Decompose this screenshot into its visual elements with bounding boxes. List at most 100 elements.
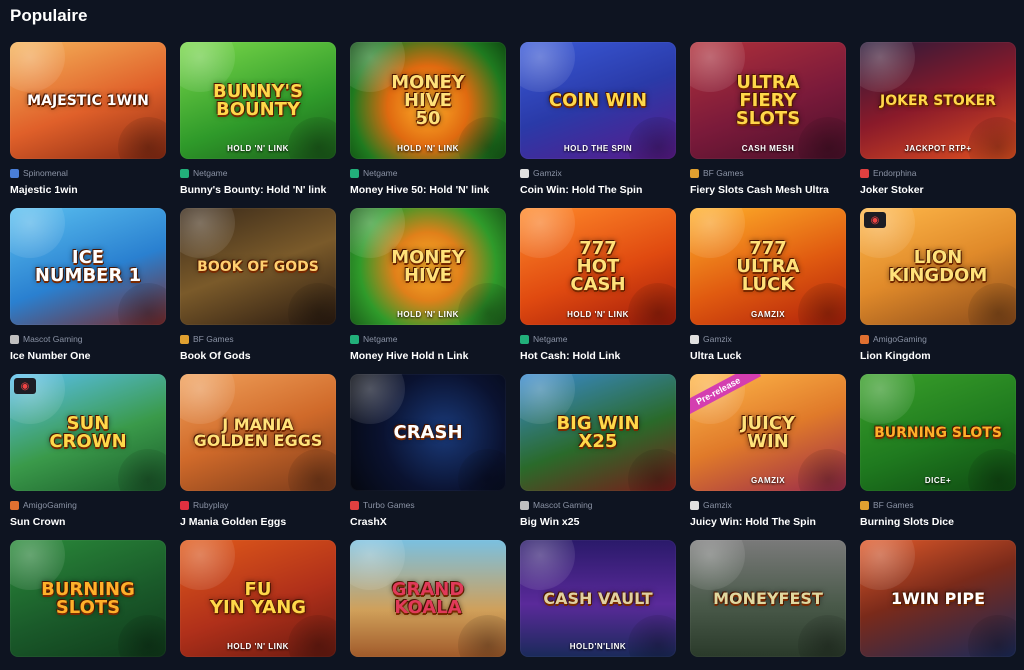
decor-glow [860,374,915,424]
provider-row: Gamzix [690,499,846,511]
game-title[interactable]: Money Hive Hold n Link [350,350,506,362]
game-card[interactable]: MONEYFEST [690,540,846,670]
game-thumbnail[interactable]: MAJESTIC 1WIN [10,42,166,159]
game-card[interactable]: ◉ SUN CROWN AmigoGaming Sun Crown [10,374,166,540]
game-card[interactable]: J MANIA Golden eggs Rubyplay J Mania Golde… [180,374,336,540]
game-card[interactable]: MAJESTIC 1WIN Spinomenal Majestic 1win [10,42,166,208]
game-thumbnail[interactable]: ◉ LION KINGDOM [860,208,1016,325]
game-title[interactable]: Ultra Luck [690,350,846,362]
game-card[interactable]: FU YIN YANG HOLD 'N' LINK [180,540,336,670]
game-title[interactable]: CrashX [350,516,506,528]
game-thumbnail[interactable]: Pre-release JUICY Win GAMZIX [690,374,846,491]
decor-glow [690,540,745,590]
provider-row: Gamzix [520,167,676,179]
game-card[interactable]: BOOK OF GODS BF Games Book Of Gods [180,208,336,374]
game-title[interactable]: Lion Kingdom [860,350,1016,362]
game-thumbnail[interactable]: CRASH [350,374,506,491]
game-thumbnail[interactable]: MONEY HIVE HOLD 'N' LINK [350,208,506,325]
game-card[interactable]: BURNING SLOTS DICE+ BF Games Burning Slots … [860,374,1016,540]
game-card[interactable]: MONEY HIVE 50 HOLD 'N' LINK Netgame Money H… [350,42,506,208]
game-card[interactable]: ULTRA FIERY SLOTS CASH MESH BF Games Fiery … [690,42,846,208]
decor-glow [628,449,676,491]
game-thumbnail[interactable]: ICE NUMBER 1 [10,208,166,325]
provider-name: Rubyplay [193,500,229,510]
game-thumbnail[interactable]: ◉ SUN CROWN [10,374,166,491]
game-thumbnail[interactable]: ULTRA FIERY SLOTS CASH MESH [690,42,846,159]
game-logo-text: COIN WIN [548,89,648,111]
provider-name: Gamzix [703,500,732,510]
game-thumbnail[interactable]: MONEYFEST [690,540,846,657]
game-card[interactable]: 777 HOT CASH HOLD 'N' LINK Netgame Hot Cash… [520,208,676,374]
game-logo-text: ICE NUMBER 1 [34,246,142,286]
game-card[interactable]: 1win pipe [860,540,1016,670]
game-title[interactable]: Fiery Slots Cash Mesh Ultra [690,184,846,196]
game-thumbnail[interactable]: BURNING SLOTS [10,540,166,657]
provider-row: Mascot Gaming [10,333,166,345]
game-card[interactable]: 777 ULTRA LUCK GAMZIX Gamzix Ultra Luck [690,208,846,374]
decor-glow [180,208,235,258]
provider-logo-icon [860,168,869,178]
game-thumbnail[interactable]: BUNNY'S BOUNTY HOLD 'N' LINK [180,42,336,159]
game-title[interactable]: Hot Cash: Hold Link [520,350,676,362]
provider-row: Netgame [350,333,506,345]
game-card[interactable]: BUNNY'S BOUNTY HOLD 'N' LINK Netgame Bunny'… [180,42,336,208]
game-logo-text: BIG WIN x25 [556,412,640,452]
provider-row: BF Games [180,333,336,345]
game-card[interactable]: CRASH Turbo Games CrashX [350,374,506,540]
game-title[interactable]: Bunny's Bounty: Hold 'N' link [180,184,336,196]
decor-glow [458,449,506,491]
game-thumbnail[interactable]: JOKER STOKER JACKPOT RTP+ [860,42,1016,159]
provider-logo-icon [350,500,359,510]
provider-row: BF Games [690,167,846,179]
game-thumbnail[interactable]: BIG WIN x25 [520,374,676,491]
game-title[interactable]: Money Hive 50: Hold 'N' link [350,184,506,196]
game-thumbnail[interactable]: MONEY HIVE 50 HOLD 'N' LINK [350,42,506,159]
game-card[interactable]: MONEY HIVE HOLD 'N' LINK Netgame Money Hive… [350,208,506,374]
game-thumbnail[interactable]: BURNING SLOTS DICE+ [860,374,1016,491]
game-title[interactable]: Book Of Gods [180,350,336,362]
game-title[interactable]: Juicy Win: Hold The Spin [690,516,846,528]
game-thumbnail[interactable]: GRAND KOALA [350,540,506,657]
game-thumbnail[interactable]: BOOK OF GODS [180,208,336,325]
game-card[interactable]: JOKER STOKER JACKPOT RTP+ Endorphina Joker … [860,42,1016,208]
game-title[interactable]: Ice Number One [10,350,166,362]
provider-corner-icon: ◉ [864,212,886,228]
game-thumbnail[interactable]: FU YIN YANG HOLD 'N' LINK [180,540,336,657]
game-card[interactable]: ◉ LION KINGDOM AmigoGaming Lion Kingdom [860,208,1016,374]
game-card[interactable]: CASH VAULT HOLD'N'LINK [520,540,676,670]
game-logo-text: 777 ULTRA LUCK [736,237,800,295]
provider-corner-icon: ◉ [14,378,36,394]
game-thumbnail[interactable]: 1win pipe [860,540,1016,657]
provider-name: Endorphina [873,168,917,178]
game-card[interactable]: GRAND KOALA [350,540,506,670]
game-title[interactable]: J Mania Golden Eggs [180,516,336,528]
provider-logo-icon [520,334,529,344]
game-title[interactable]: Burning Slots Dice [860,516,1016,528]
game-card[interactable]: BURNING SLOTS [10,540,166,670]
game-thumbnail[interactable]: 777 ULTRA LUCK GAMZIX [690,208,846,325]
game-thumbnail[interactable]: J MANIA Golden eggs [180,374,336,491]
decor-glow [798,615,846,657]
game-card[interactable]: Pre-release JUICY Win GAMZIX Gamzix Juicy Wi… [690,374,846,540]
game-thumbnail[interactable]: 777 HOT CASH HOLD 'N' LINK [520,208,676,325]
game-title[interactable]: Majestic 1win [10,184,166,196]
provider-row: BF Games [860,499,1016,511]
decor-glow [860,42,915,92]
game-title[interactable]: Joker Stoker [860,184,1016,196]
game-title[interactable]: Big Win x25 [520,516,676,528]
decor-glow [288,283,336,325]
game-thumbnail[interactable]: COIN WIN HOLD THE SPIN [520,42,676,159]
game-thumbnail[interactable]: CASH VAULT HOLD'N'LINK [520,540,676,657]
game-logo-text: CRASH [393,421,463,443]
game-card[interactable]: ICE NUMBER 1 Mascot Gaming Ice Number One [10,208,166,374]
game-logo-text: CASH VAULT [543,588,653,608]
game-card[interactable]: COIN WIN HOLD THE SPIN Gamzix Coin Win: Hol… [520,42,676,208]
game-logo-text: FU YIN YANG [209,578,307,618]
game-card[interactable]: BIG WIN x25 Mascot Gaming Big Win x25 [520,374,676,540]
game-logo-text: BURNING SLOTS [874,424,1002,441]
section-title: Populaire [10,6,88,25]
decor-glow [520,540,575,590]
provider-logo-icon [520,168,529,178]
game-title[interactable]: Coin Win: Hold The Spin [520,184,676,196]
game-title[interactable]: Sun Crown [10,516,166,528]
